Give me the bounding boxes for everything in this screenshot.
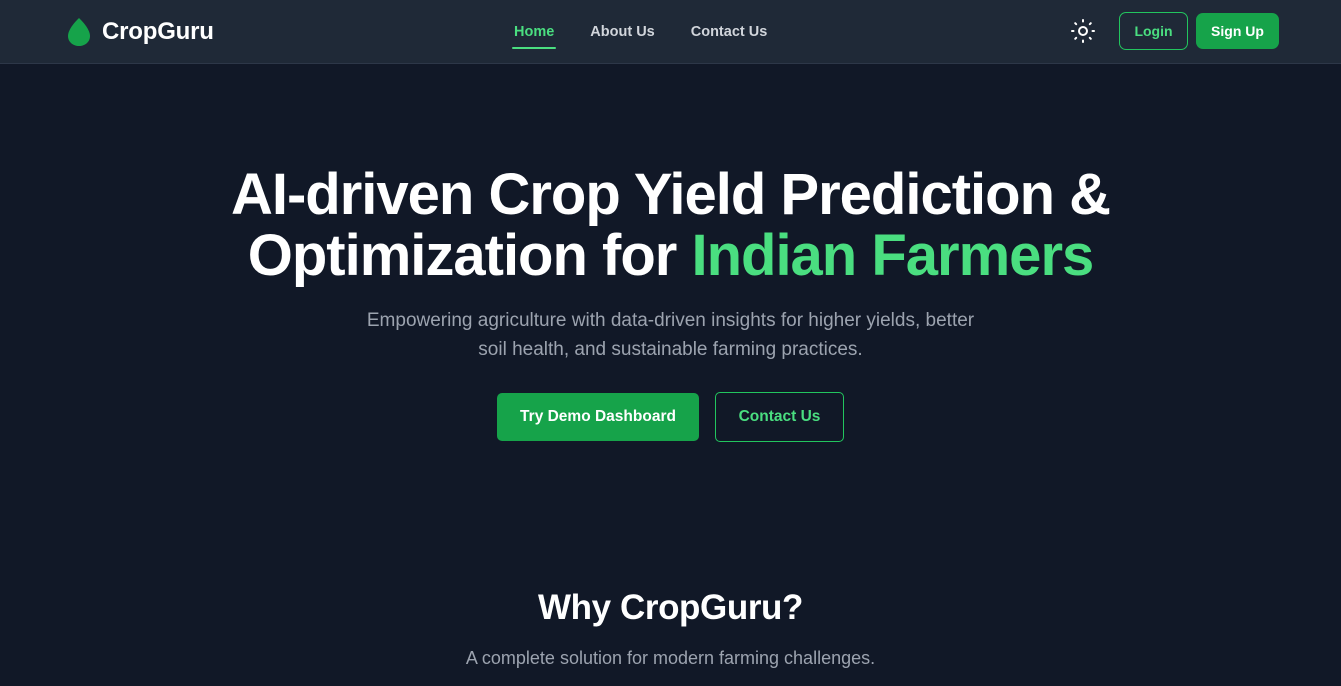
contact-us-button[interactable]: Contact Us (715, 392, 844, 442)
hero-title-accent: Indian Farmers (691, 223, 1094, 288)
hero-subtitle: Empowering agriculture with data-driven … (320, 306, 1021, 364)
nav-link-about-us[interactable]: About Us (572, 24, 672, 40)
hero-subtitle-line2: soil health, and sustainable farming pra… (478, 339, 863, 360)
hero-title: AI-driven Crop Yield Prediction & Optimi… (0, 164, 1341, 286)
why-title: Why CropGuru? (537, 588, 804, 627)
theme-toggle-button[interactable] (1068, 16, 1098, 46)
brand-logo-link[interactable]: CropGuru (66, 17, 214, 47)
brand-name: CropGuru (102, 18, 214, 45)
sun-icon (1071, 19, 1095, 43)
sign-up-button[interactable]: Sign Up (1196, 13, 1279, 49)
main-nav: Home About Us Contact Us (496, 0, 785, 64)
hero-subtitle-line1: Empowering agriculture with data-driven … (366, 310, 975, 331)
nav-link-home[interactable]: Home (496, 24, 572, 49)
nav-link-contact-us[interactable]: Contact Us (673, 24, 786, 40)
why-subtitle: A complete solution for modern farming c… (465, 648, 876, 668)
hero-title-line2-prefix: Optimization for (247, 223, 692, 288)
leaf-icon (68, 18, 90, 46)
hero-title-line1: AI-driven Crop Yield Prediction & (230, 162, 1111, 227)
navbar: CropGuru Home About Us Contact Us Login … (0, 0, 1341, 64)
login-button[interactable]: Login (1119, 12, 1188, 50)
try-demo-dashboard-button[interactable]: Try Demo Dashboard (497, 393, 699, 441)
